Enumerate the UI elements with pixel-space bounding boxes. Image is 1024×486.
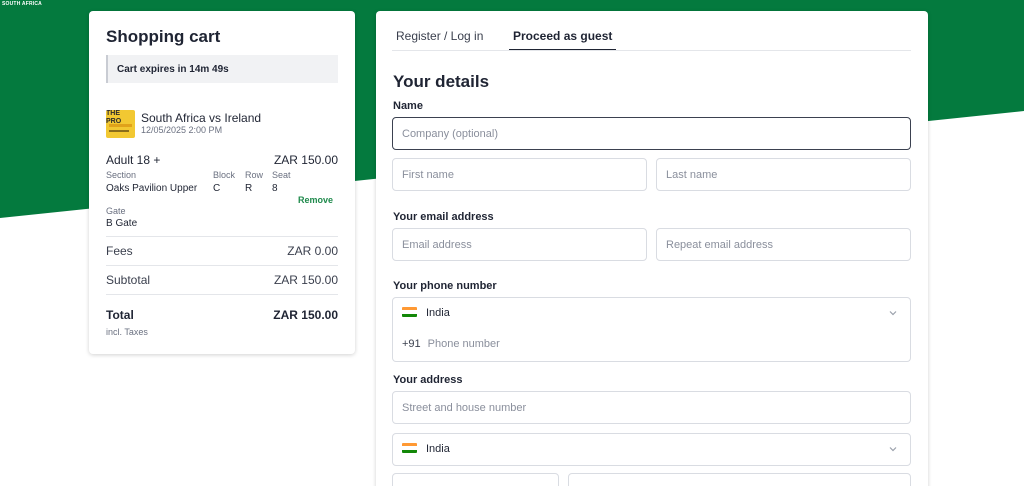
- fees-label: Fees: [106, 244, 133, 258]
- ticket-price: ZAR 150.00: [273, 153, 338, 167]
- address-country-select[interactable]: India: [392, 433, 911, 466]
- divider: [106, 294, 338, 295]
- gate-value: B Gate: [106, 218, 138, 229]
- details-title: Your details: [393, 72, 490, 91]
- name-section-label: Name: [393, 100, 423, 112]
- india-flag-icon: [402, 307, 417, 318]
- chevron-down-icon: [889, 311, 897, 316]
- details-form-panel: Register / Log in Proceed as guest Your …: [376, 11, 928, 486]
- poster-stripe: [109, 130, 129, 132]
- remove-ticket-button[interactable]: Remove: [298, 195, 333, 205]
- phone-country-value: India: [426, 307, 450, 319]
- ticket-type: Adult 18 +: [106, 153, 161, 167]
- divider: [106, 236, 338, 237]
- total-label: Total: [106, 308, 134, 322]
- tab-register-login[interactable]: Register / Log in: [396, 29, 483, 49]
- address-section-label: Your address: [393, 374, 463, 386]
- row-label: Row: [245, 170, 264, 180]
- shopping-cart-panel: Shopping cart Cart expires in 14m 49s TH…: [89, 11, 355, 354]
- brand-tag: SOUTH AFRICA: [2, 1, 42, 7]
- section-value: Oaks Pavilion Upper: [106, 183, 198, 194]
- subtotal-label: Subtotal: [106, 273, 151, 287]
- chevron-down-icon: [889, 447, 897, 452]
- phone-country-select[interactable]: India: [392, 297, 911, 330]
- event-date: 12/05/2025 2:00 PM: [141, 125, 223, 135]
- tabs-divider: [392, 50, 911, 51]
- block-value: C: [213, 183, 221, 194]
- seat-label: Seat: [272, 170, 291, 180]
- phone-section-label: Your phone number: [393, 280, 497, 292]
- email-section-label: Your email address: [393, 211, 494, 223]
- fees-value: ZAR 0.00: [287, 244, 338, 258]
- phone-number-placeholder: Phone number: [427, 338, 500, 350]
- seat-value: 8: [272, 183, 278, 194]
- subtotal-value: ZAR 150.00: [273, 273, 338, 287]
- gate-label: Gate: [106, 206, 126, 216]
- city-input[interactable]: [568, 473, 911, 486]
- street-input[interactable]: [392, 391, 911, 424]
- event-name: South Africa vs Ireland: [141, 111, 262, 125]
- tab-proceed-as-guest[interactable]: Proceed as guest: [509, 29, 617, 51]
- section-label: Section: [106, 170, 137, 180]
- last-name-input[interactable]: [656, 158, 911, 191]
- address-country-value: India: [426, 443, 450, 455]
- india-flag-icon: [402, 443, 417, 454]
- taxes-note: incl. Taxes: [106, 327, 148, 337]
- cart-expiry-notice: Cart expires in 14m 49s: [106, 55, 338, 83]
- block-label: Block: [213, 170, 236, 180]
- phone-number-field[interactable]: +91 Phone number: [392, 329, 911, 362]
- cart-title: Shopping cart: [106, 27, 221, 46]
- email-input[interactable]: [392, 228, 647, 261]
- event-poster-image: THE PRO: [106, 110, 135, 138]
- first-name-input[interactable]: [392, 158, 647, 191]
- phone-prefix: +91: [402, 338, 421, 350]
- repeat-email-input[interactable]: [656, 228, 911, 261]
- total-value: ZAR 150.00: [273, 308, 338, 322]
- company-input[interactable]: [392, 117, 911, 150]
- row-value: R: [245, 183, 253, 194]
- postal-code-input[interactable]: [392, 473, 559, 486]
- poster-stripe: [109, 124, 132, 127]
- divider: [106, 265, 338, 266]
